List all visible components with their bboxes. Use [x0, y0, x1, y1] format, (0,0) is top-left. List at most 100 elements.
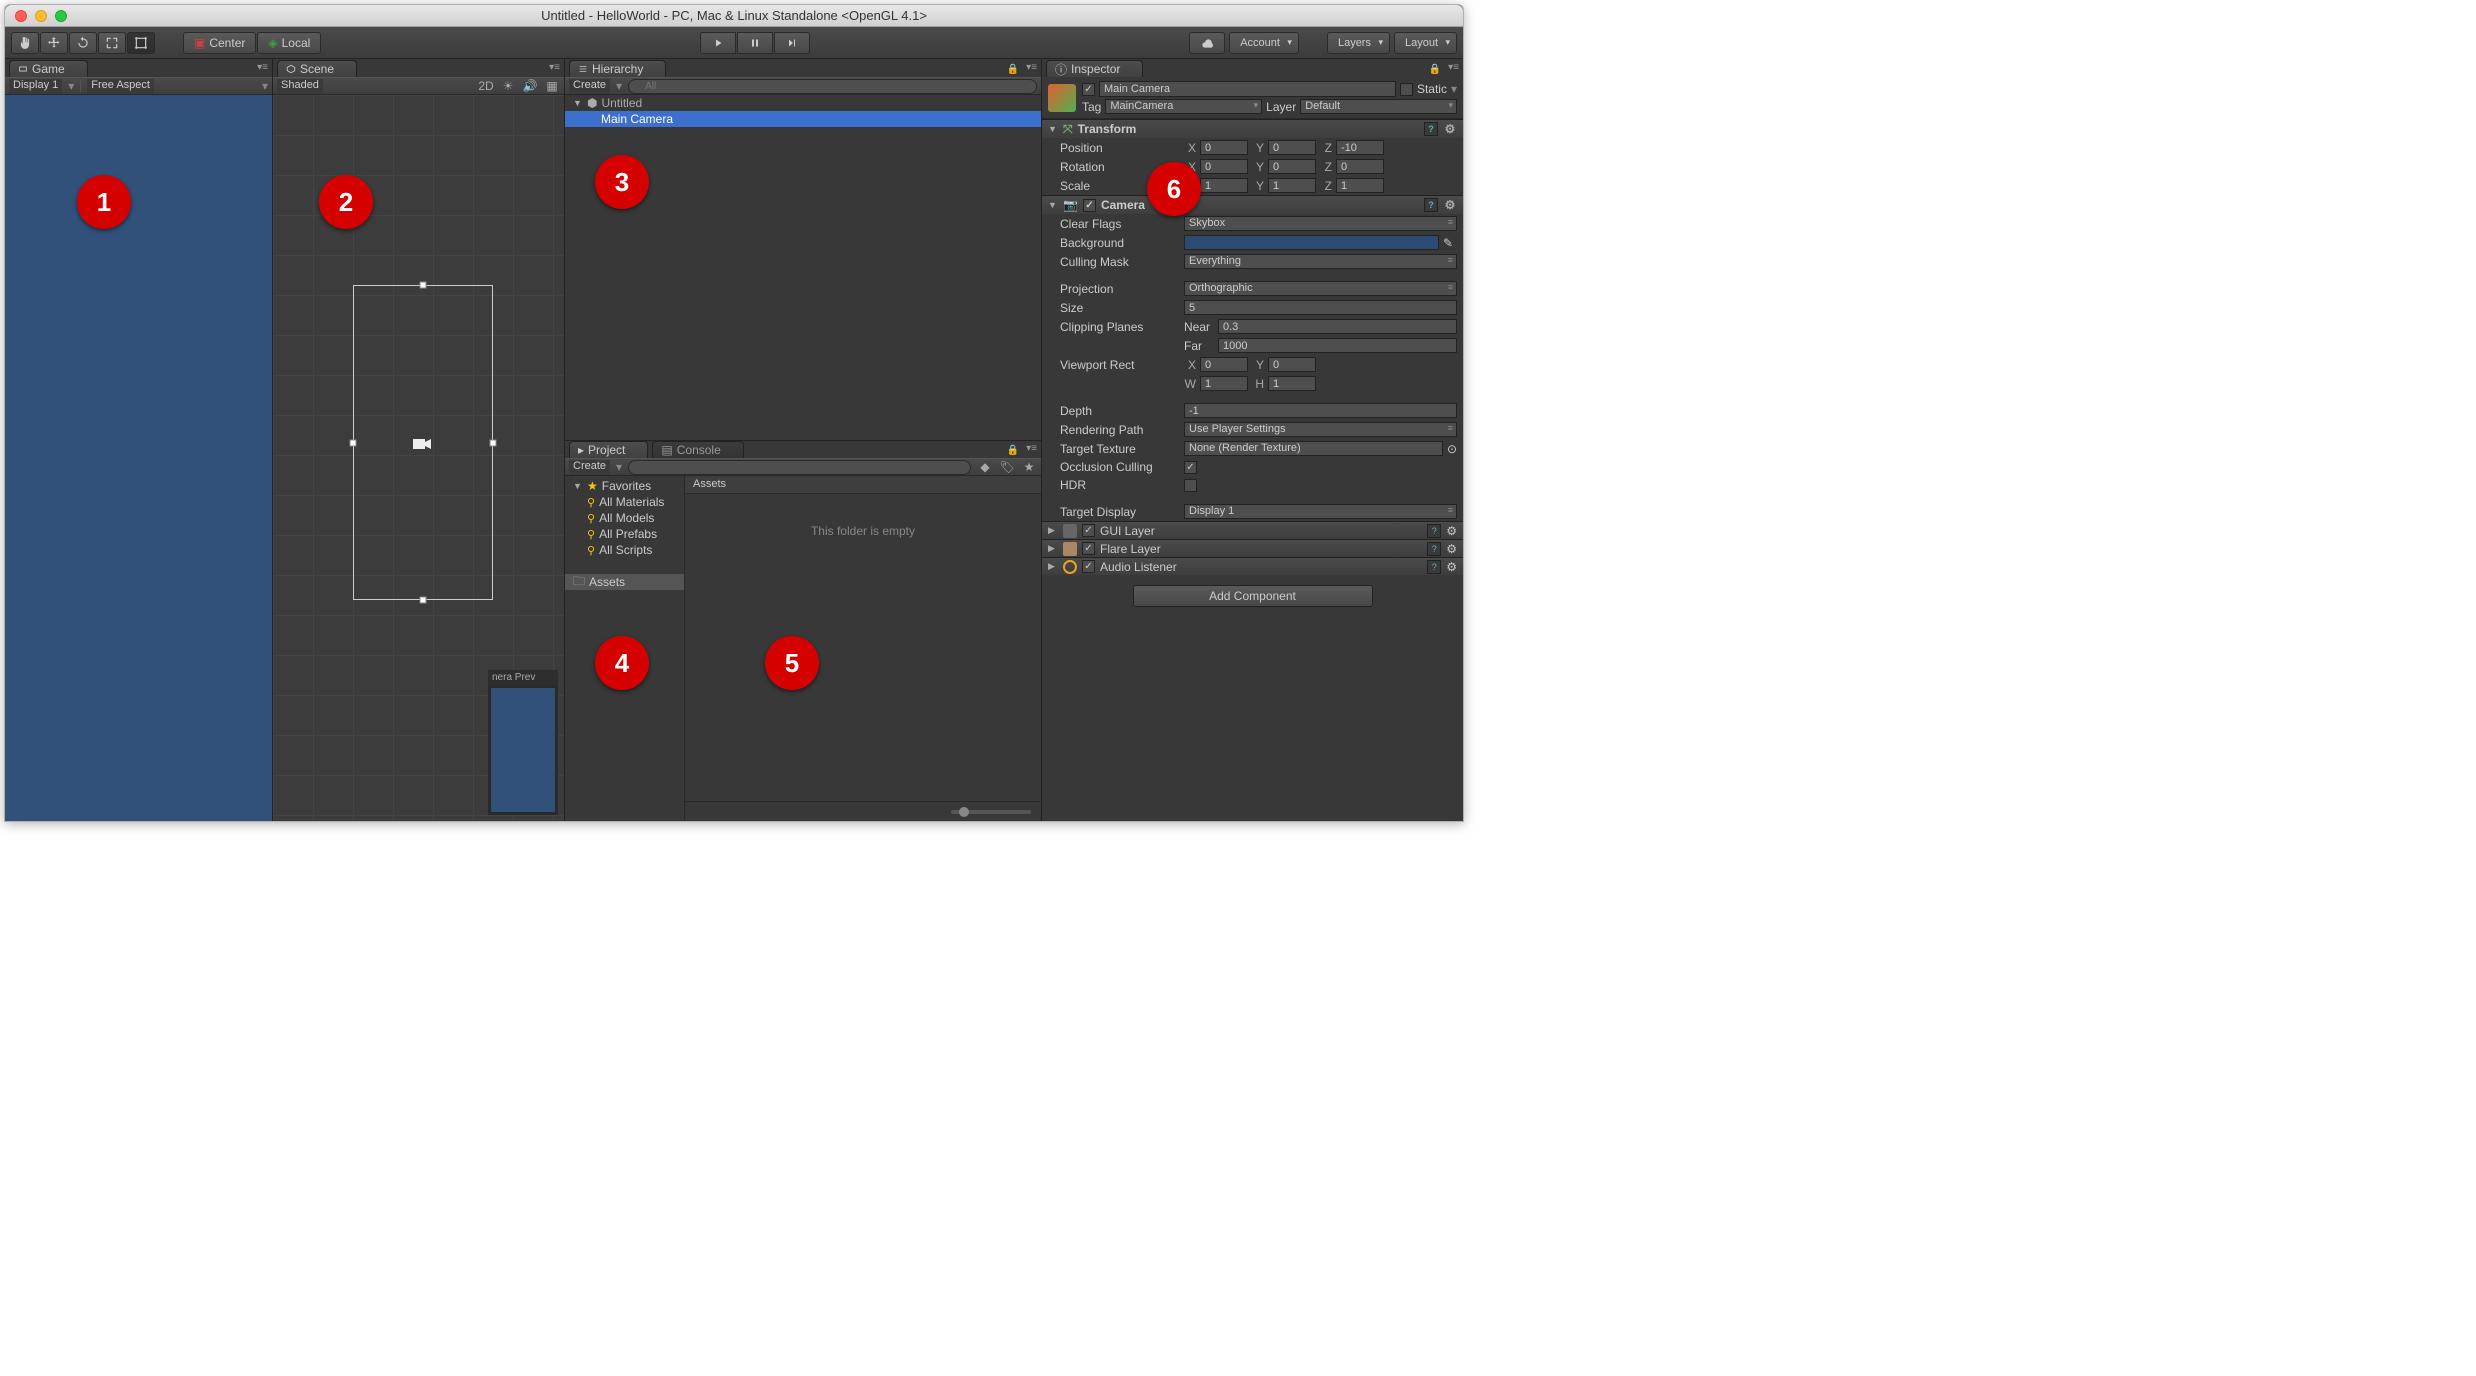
hand-tool-button[interactable] — [11, 32, 39, 54]
help-icon[interactable]: ? — [1427, 524, 1441, 538]
disclosure-triangle-icon[interactable]: ▼ — [573, 98, 583, 108]
inspector-lock-icon[interactable]: 🔒 — [1429, 64, 1441, 75]
project-breadcrumb[interactable]: Assets — [685, 476, 1041, 494]
scene-view[interactable]: 2 nera Prev — [273, 95, 564, 821]
gear-icon[interactable]: ⚙ — [1446, 524, 1457, 538]
hierarchy-create-dropdown[interactable]: Create — [569, 79, 610, 94]
gameobject-active-checkbox[interactable]: ✓ — [1082, 83, 1095, 96]
occlusion-checkbox[interactable]: ✓ — [1184, 461, 1197, 474]
pivot-center-button[interactable]: ▣Center — [183, 32, 256, 54]
pause-button[interactable] — [737, 32, 773, 54]
search-filter-icon[interactable]: ◆ — [977, 459, 993, 475]
tag-dropdown[interactable]: MainCamera — [1105, 99, 1262, 114]
inspector-tab[interactable]: ⓘ Inspector — [1046, 60, 1143, 77]
scene-tab[interactable]: Scene — [277, 60, 357, 77]
cloud-button[interactable] — [1189, 32, 1225, 54]
layers-dropdown[interactable]: Layers — [1327, 32, 1390, 54]
disclosure-triangle-icon[interactable]: ▶ — [1048, 561, 1058, 572]
game-tab-options-icon[interactable]: ▾≡ — [257, 62, 268, 73]
scene-fx-icon[interactable]: ▦ — [544, 78, 560, 94]
size-input[interactable] — [1184, 300, 1457, 315]
rendering-path-dropdown[interactable]: Use Player Settings — [1184, 422, 1457, 437]
step-button[interactable] — [774, 32, 810, 54]
disclosure-triangle-icon[interactable]: ▶ — [1048, 525, 1058, 536]
viewport-w-input[interactable] — [1200, 376, 1248, 391]
scene-audio-icon[interactable]: 🔊 — [522, 78, 538, 94]
gui-layer-enabled-checkbox[interactable]: ✓ — [1082, 524, 1095, 537]
hierarchy-item[interactable]: Main Camera — [565, 111, 1041, 127]
background-color-field[interactable] — [1184, 235, 1439, 250]
viewport-h-input[interactable] — [1268, 376, 1316, 391]
audio-listener-enabled-checkbox[interactable]: ✓ — [1082, 560, 1095, 573]
layer-dropdown[interactable]: Default — [1300, 99, 1457, 114]
pivot-local-button[interactable]: ◈Local — [257, 32, 321, 54]
disclosure-triangle-icon[interactable]: ▼ — [1048, 200, 1058, 210]
favorite-filter-icon[interactable]: ★ — [1021, 459, 1037, 475]
help-icon[interactable]: ? — [1424, 198, 1438, 212]
scene-lighting-icon[interactable]: ☀ — [500, 78, 516, 94]
clear-flags-dropdown[interactable]: Skybox — [1184, 216, 1457, 231]
scene-2d-toggle[interactable]: 2D — [478, 78, 494, 94]
add-component-button[interactable]: Add Component — [1133, 585, 1373, 607]
hierarchy-tab[interactable]: Hierarchy — [569, 60, 666, 77]
hierarchy-scene-row[interactable]: ▼ ⬢ Untitled — [565, 95, 1041, 111]
eyedropper-icon[interactable]: ✎ — [1443, 236, 1457, 250]
shading-dropdown[interactable]: Shaded — [277, 79, 323, 94]
help-icon[interactable]: ? — [1424, 122, 1438, 136]
hierarchy-lock-icon[interactable]: 🔒 — [1007, 64, 1019, 75]
target-display-dropdown[interactable]: Display 1 — [1184, 504, 1457, 519]
help-icon[interactable]: ? — [1427, 542, 1441, 556]
viewport-y-input[interactable] — [1268, 357, 1316, 372]
culling-mask-dropdown[interactable]: Everything — [1184, 254, 1457, 269]
object-picker-icon[interactable]: ⊙ — [1447, 442, 1457, 456]
project-tab-options-icon[interactable]: ▾≡ — [1026, 443, 1037, 454]
project-lock-icon[interactable]: 🔒 — [1007, 445, 1019, 456]
project-tab[interactable]: ▸ Project — [569, 441, 648, 458]
gear-icon[interactable]: ⚙ — [1443, 198, 1457, 212]
audio-listener-component[interactable]: ▶ ✓ Audio Listener ?⚙ — [1042, 557, 1463, 575]
project-search-input[interactable] — [628, 460, 971, 475]
viewport-x-input[interactable] — [1200, 357, 1248, 372]
tag-filter-icon[interactable]: 🏷 — [999, 459, 1015, 475]
layout-dropdown[interactable]: Layout — [1394, 32, 1457, 54]
position-z-input[interactable] — [1336, 140, 1384, 155]
hdr-checkbox[interactable] — [1184, 479, 1197, 492]
aspect-dropdown[interactable]: Free Aspect — [87, 79, 154, 94]
position-x-input[interactable] — [1200, 140, 1248, 155]
hierarchy-search-input[interactable] — [628, 79, 1037, 94]
game-tab[interactable]: Game — [9, 60, 88, 77]
minimize-window-button[interactable] — [35, 10, 47, 22]
rect-tool-button[interactable] — [127, 32, 155, 54]
disclosure-triangle-icon[interactable]: ▼ — [1048, 124, 1058, 134]
scale-z-input[interactable] — [1336, 178, 1384, 193]
rotation-y-input[interactable] — [1268, 159, 1316, 174]
scene-tab-options-icon[interactable]: ▾≡ — [549, 62, 560, 73]
flare-layer-component[interactable]: ▶ ✓ Flare Layer ?⚙ — [1042, 539, 1463, 557]
project-create-dropdown[interactable]: Create — [569, 460, 610, 475]
move-tool-button[interactable] — [40, 32, 68, 54]
scale-y-input[interactable] — [1268, 178, 1316, 193]
gear-icon[interactable]: ⚙ — [1446, 560, 1457, 574]
project-fav-item[interactable]: ⚲All Materials — [565, 494, 684, 510]
gameobject-name-input[interactable] — [1099, 81, 1396, 97]
project-assets-folder[interactable]: 🗀 Assets — [565, 574, 684, 590]
play-button[interactable] — [700, 32, 736, 54]
transform-component-header[interactable]: ▼ ⤧ Transform ? ⚙ — [1042, 120, 1463, 138]
display-dropdown[interactable]: Display 1 — [9, 79, 62, 94]
scale-tool-button[interactable] — [98, 32, 126, 54]
projection-dropdown[interactable]: Orthographic — [1184, 281, 1457, 296]
project-fav-item[interactable]: ⚲All Scripts — [565, 542, 684, 558]
project-favorites-header[interactable]: ▼ ★ Favorites — [565, 478, 684, 494]
console-tab[interactable]: ▤ Console — [652, 441, 743, 458]
inspector-tab-options-icon[interactable]: ▾≡ — [1448, 62, 1459, 73]
help-icon[interactable]: ? — [1427, 560, 1441, 574]
rotation-z-input[interactable] — [1336, 159, 1384, 174]
hierarchy-tab-options-icon[interactable]: ▾≡ — [1026, 62, 1037, 73]
gui-layer-component[interactable]: ▶ ✓ GUI Layer ?⚙ — [1042, 521, 1463, 539]
gear-icon[interactable]: ⚙ — [1443, 122, 1457, 136]
rotation-x-input[interactable] — [1200, 159, 1248, 174]
camera-enabled-checkbox[interactable]: ✓ — [1083, 199, 1096, 212]
scale-x-input[interactable] — [1200, 178, 1248, 193]
account-dropdown[interactable]: Account — [1229, 32, 1299, 54]
gear-icon[interactable]: ⚙ — [1446, 542, 1457, 556]
